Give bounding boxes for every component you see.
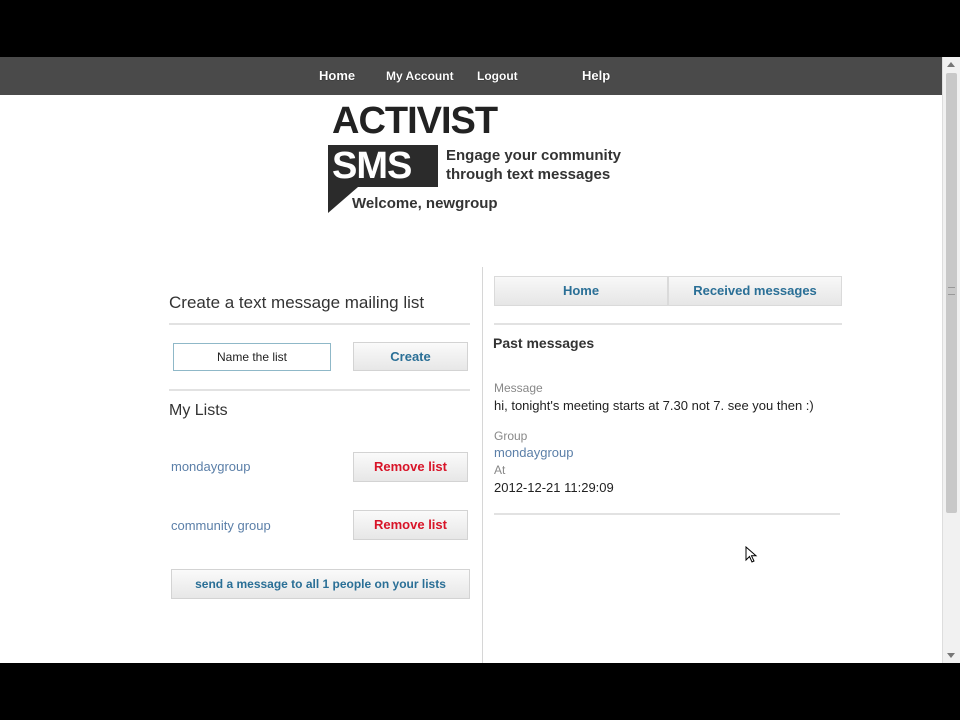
mouse-cursor-icon <box>745 546 758 563</box>
browser-viewport: Home My Account Logout Help ACTIVIST SMS… <box>0 57 942 663</box>
at-timestamp: 2012-12-21 11:29:09 <box>494 480 614 495</box>
tab-received-messages[interactable]: Received messages <box>668 276 842 306</box>
list-name-input[interactable] <box>173 343 331 371</box>
logo-sms-box: SMS <box>328 145 438 187</box>
logo-tagline-line1: Engage your community <box>446 147 622 164</box>
divider <box>169 389 470 391</box>
top-navigation-bar: Home My Account Logout Help <box>0 57 942 95</box>
scroll-down-arrow-icon[interactable] <box>947 653 955 658</box>
nav-my-account-link[interactable]: My Account <box>386 69 454 83</box>
nav-home-link[interactable]: Home <box>319 68 355 83</box>
message-text: hi, tonight's meeting starts at 7.30 not… <box>494 398 814 413</box>
my-lists-heading: My Lists <box>169 402 228 419</box>
scroll-up-arrow-icon[interactable] <box>947 62 955 67</box>
nav-help-link[interactable]: Help <box>582 68 610 83</box>
scrollbar-thumb[interactable] <box>946 73 957 513</box>
send-message-button[interactable]: send a message to all 1 people on your l… <box>171 569 470 599</box>
list-item-community-group[interactable]: community group <box>171 518 271 533</box>
tab-home[interactable]: Home <box>494 276 668 306</box>
create-button[interactable]: Create <box>353 342 468 371</box>
divider <box>494 323 842 325</box>
past-messages-heading: Past messages <box>493 335 595 351</box>
list-item-mondaygroup[interactable]: mondaygroup <box>171 459 251 474</box>
welcome-message: Welcome, newgroup <box>352 195 498 212</box>
column-divider <box>482 267 483 663</box>
at-label: At <box>494 463 506 477</box>
divider <box>494 513 840 515</box>
group-label: Group <box>494 429 528 443</box>
remove-list-button[interactable]: Remove list <box>353 510 468 540</box>
remove-list-button[interactable]: Remove list <box>353 452 468 482</box>
logo-tagline-line2: through text messages <box>446 166 611 183</box>
nav-logout-link[interactable]: Logout <box>477 69 518 83</box>
group-value-link[interactable]: mondaygroup <box>494 445 574 460</box>
logo-sms-text: SMS <box>332 145 412 187</box>
vertical-scrollbar[interactable] <box>942 57 960 663</box>
scrollbar-grip-icon <box>948 287 955 295</box>
message-label: Message <box>494 381 543 395</box>
divider <box>169 323 470 325</box>
create-list-heading: Create a text message mailing list <box>169 293 425 312</box>
logo-activist-text: ACTIVIST <box>332 100 498 142</box>
